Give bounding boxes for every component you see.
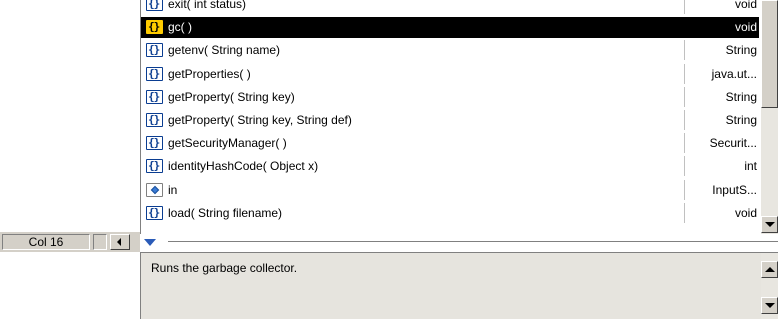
collapse-arrow-icon[interactable] (144, 239, 156, 246)
completion-item-type: void (684, 0, 759, 14)
completion-item-type: void (684, 202, 759, 223)
completion-item-name: load( String filename) (168, 205, 283, 220)
method-icon: {} (146, 136, 163, 151)
completion-item[interactable]: in InputS... (141, 179, 759, 201)
field-icon (146, 182, 163, 197)
completion-item-name: identityHashCode( Object x) (168, 159, 319, 174)
scrollbar-thumb[interactable] (761, 0, 778, 108)
completion-item-type: Securit... (684, 133, 759, 154)
completion-item[interactable]: {} gc( ) void (141, 17, 759, 39)
completion-item-name: gc( ) (168, 20, 192, 35)
completion-item-name: getProperty( String key) (168, 89, 295, 104)
completion-item[interactable]: {} exit( int status) void (141, 0, 759, 15)
completion-item-name: getSecurityManager( ) (168, 136, 287, 151)
pane-splitter[interactable] (140, 234, 778, 252)
completion-item-type: void (684, 17, 759, 38)
editor-gutter (0, 0, 140, 319)
completion-list-scrollbar[interactable] (761, 0, 778, 234)
completion-item-type: InputS... (684, 179, 759, 200)
method-icon: {} (146, 66, 163, 81)
scroll-down-button[interactable] (761, 216, 778, 233)
description-scrollbar[interactable] (761, 253, 778, 319)
method-icon: {} (146, 20, 163, 35)
completion-item[interactable]: {} getProperties( ) java.ut... (141, 63, 759, 85)
completion-item[interactable]: {} getenv( String name) String (141, 40, 759, 61)
method-icon: {} (146, 43, 163, 58)
completion-item-name: exit( int status) (168, 0, 247, 11)
method-icon: {} (146, 205, 163, 220)
completion-item-type: int (684, 156, 759, 177)
completion-item-name: in (168, 182, 178, 197)
completion-item-type: java.ut... (684, 63, 759, 84)
scroll-down-button[interactable] (761, 297, 778, 314)
status-bar-separator (93, 234, 107, 250)
method-icon: {} (146, 89, 163, 104)
completion-item-type: String (684, 110, 759, 130)
completion-item[interactable]: {} getProperty( String key, String def) St… (141, 110, 759, 131)
completion-item-type: String (684, 40, 759, 61)
completion-item[interactable]: {} getProperty( String key) String (141, 86, 759, 108)
completion-item-name: getenv( String name) (168, 43, 281, 58)
completion-item[interactable]: {} getSecurityManager( ) Securit... (141, 133, 759, 154)
completion-item[interactable]: {} identityHashCode( Object x) int (141, 156, 759, 177)
splitter-line (168, 241, 778, 243)
description-text: Runs the garbage collector. (151, 261, 298, 275)
scroll-left-button[interactable] (110, 234, 130, 250)
description-pane: Runs the garbage collector. (140, 252, 778, 319)
method-icon: {} (146, 113, 163, 127)
method-icon: {} (146, 159, 163, 174)
completion-item-name: getProperties( ) (168, 66, 251, 81)
completion-list[interactable]: {} exit( int status) void {} gc( ) void {} gete… (140, 0, 778, 234)
completion-item-name: getProperty( String key, String def) (168, 113, 352, 127)
method-icon: {} (146, 0, 163, 11)
column-indicator: Col 16 (2, 234, 90, 250)
completion-item[interactable]: {} load( String filename) void (141, 202, 759, 224)
scroll-up-button[interactable] (761, 261, 778, 278)
completion-item-type: String (684, 86, 759, 107)
